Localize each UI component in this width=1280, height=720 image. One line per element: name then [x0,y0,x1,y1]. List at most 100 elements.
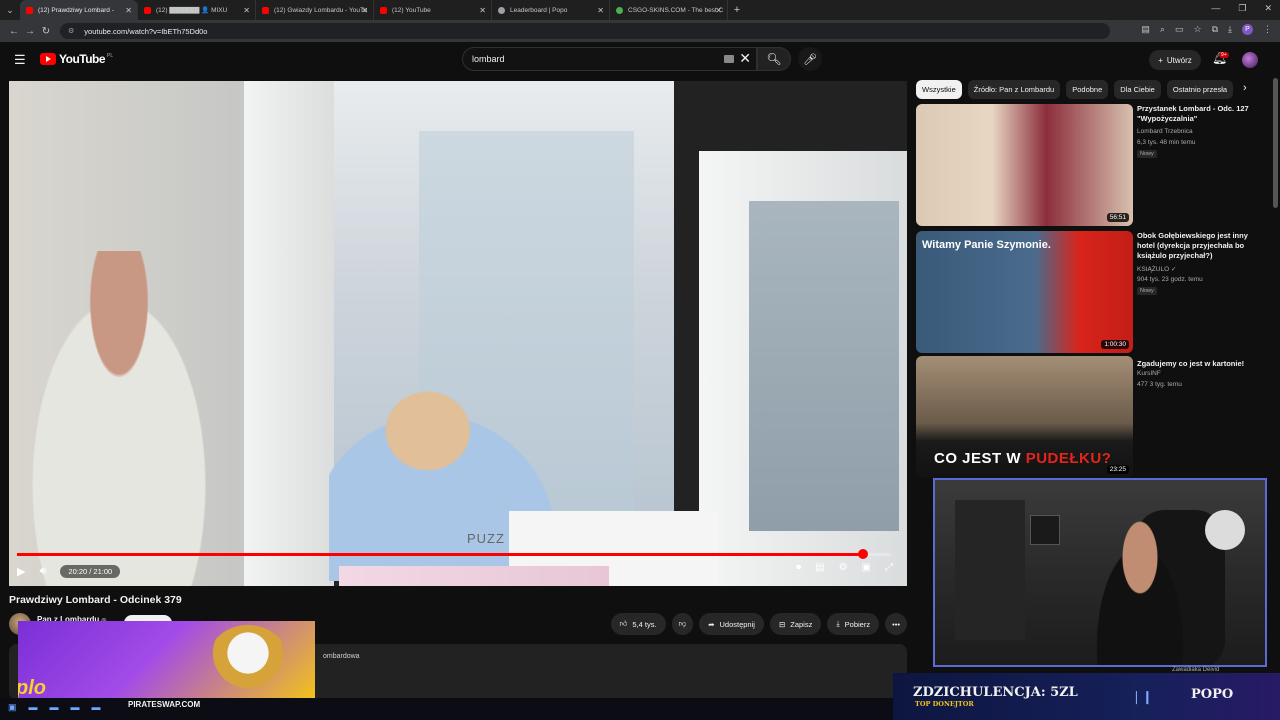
video-player[interactable]: PUZZ ▶ 🔊︎ 20:20 / 21:00 ⏺ ▤ ⚙ ▣ ⤢ [9,81,907,586]
video-progress-bar[interactable] [17,549,891,559]
save-label: Zapisz [790,619,813,629]
streamer-webcam-overlay [933,478,1267,667]
download-icon[interactable]: ⤓ [1228,24,1232,35]
browser-tab-2[interactable]: (12) Gwiazdy Lombardu - YouTu ✕ [256,0,374,20]
browser-tab-4[interactable]: Leaderboard | Popo ✕ [492,0,610,20]
recommendation-title[interactable]: Przystanek Lombard - Odc. 127 "Wypożycza… [1137,104,1261,124]
app-icon[interactable]: ▬ [50,702,59,713]
mascot-image [208,625,288,695]
profile-avatar-icon[interactable]: P [1242,24,1253,35]
close-icon[interactable]: ✕ [479,6,486,15]
browser-tab-0[interactable]: (12) Prawdziwy Lombard - ✕ [20,0,138,20]
close-icon[interactable]: ✕ [597,6,604,15]
browser-tab-1[interactable]: (12) ▇▇▇▇▇▇ 👤 MIXU ✕ [138,0,256,20]
sponsor-url: PIRATESWAP.COM [128,700,201,709]
window-close-icon[interactable]: ✕ [1264,3,1272,14]
donor-subtitle: TOP DONEJTOR [915,700,974,708]
site-info-icon[interactable]: ⚙ [68,27,74,35]
scrubber-handle[interactable] [858,549,869,559]
top-donor-banner: ZDZICHULENCJA: 5ZL TOP DONEJTOR ❘❙ POPO [893,673,1280,720]
windows-start-icon[interactable]: ▣ [8,702,17,713]
browser-tab-5[interactable]: CSGO-SKINS.COM - The best C ✕ [610,0,728,20]
autoplay-toggle-icon[interactable]: ⏺ [796,562,801,573]
share-button[interactable]: ➦ Udostępnij [699,613,764,635]
chip-source[interactable]: Źródło: Pan z Lombardu [967,80,1061,99]
back-arrow-icon[interactable]: ← [6,26,22,37]
address-bar-row: ← → ↻ ⚙ youtube.com/watch?v=IbETh75Dd0o … [0,20,1280,42]
browser-tab-3[interactable]: (12) YouTube ✕ [374,0,492,20]
player-controls: ▶ 🔊︎ 20:20 / 21:00 ⏺ ▤ ⚙ ▣ ⤢ [17,561,899,581]
zoom-icon[interactable]: ⌕ [1160,24,1165,35]
recommendation-meta: 904 tys. 23 godz. temu [1137,276,1203,283]
page-scrollbar[interactable] [1273,78,1278,208]
recommendation-item[interactable]: Witamy Panie Szymonie. 1:00:30 Obok Gołę… [916,231,1261,353]
tab-title: (12) Prawdziwy Lombard - [38,6,114,14]
download-button[interactable]: ⤓ Pobierz [827,613,880,635]
account-avatar[interactable] [1242,52,1258,68]
app-icon[interactable]: ▬ [71,702,80,713]
clear-search-icon[interactable]: ✕ [739,50,751,67]
extensions-icon[interactable]: ⧉ [1212,24,1218,35]
close-icon[interactable]: ✕ [715,6,722,15]
settings-gear-icon[interactable]: ⚙ [839,562,848,573]
share-label: Udostępnij [719,619,755,629]
donor-text: ZDZICHULENCJA: 5ZL [913,685,1078,700]
recommendation-item[interactable]: CO JEST W PUDEŁKU? 23:25 Zgadujemy co je… [916,356,1261,478]
miniplayer-icon[interactable]: ▣ [862,562,871,573]
video-frame: PUZZ [9,81,907,586]
create-button[interactable]: + Utwórz [1149,50,1201,70]
play-icon[interactable]: ▶ [17,565,25,578]
chip-for-you[interactable]: Dla Ciebie [1114,80,1161,99]
youtube-favicon-icon [26,6,33,14]
video-thumbnail[interactable]: Witamy Panie Szymonie. 1:00:30 [916,231,1133,353]
subtitles-icon[interactable]: ▤ [815,562,824,573]
duration-badge: 23:25 [1106,465,1129,474]
maximize-icon[interactable]: ❐ [1238,3,1246,14]
globe-favicon-icon [498,6,505,14]
chevron-right-icon[interactable]: › [1243,82,1247,94]
video-title: Prawdziwy Lombard - Odcinek 379 [9,594,182,606]
recommendation-title[interactable]: Zgadujemy co jest w kartonie! [1137,359,1261,369]
chip-related[interactable]: Podobne [1066,80,1109,99]
reload-icon[interactable]: ↻ [38,26,54,37]
browser-menu-icon[interactable]: ⋮ [1263,24,1272,35]
recommendation-title[interactable]: Obok Gołębiewskiego jest inny hotel (dyr… [1137,231,1261,261]
video-thumbnail[interactable]: 56:51 [916,104,1133,226]
volume-icon[interactable]: 🔊︎ [39,565,46,578]
close-icon[interactable]: ✕ [243,6,250,15]
share-icon: ➦ [708,619,715,629]
tab-search-icon[interactable]: ⌄ [0,0,20,20]
recommendation-channel[interactable]: KursINF [1137,370,1161,377]
recommendation-channel[interactable]: Lombard Trzebnica [1137,128,1193,135]
forward-arrow-icon[interactable]: → [22,26,38,37]
save-button[interactable]: ⊟ Zapisz [769,613,822,635]
close-icon[interactable]: ✕ [125,6,132,15]
search-input[interactable]: lombard ✕ [462,47,757,71]
app-icon[interactable]: ▬ [92,702,101,713]
menu-icon[interactable]: ☰ [14,52,26,68]
bookmark-star-icon[interactable]: ☆ [1194,24,1202,35]
keyboard-icon[interactable] [724,55,734,63]
voice-search-button[interactable]: 🎤︎ [798,47,822,71]
youtube-logo[interactable]: YouTube PL [40,52,113,66]
more-actions-button[interactable]: ••• [885,613,907,635]
translate-icon[interactable]: ▤ [1141,24,1150,35]
search-button[interactable]: 🔍︎ [757,47,791,71]
cast-icon[interactable]: ▭ [1175,24,1184,35]
like-button[interactable]: 👍︎ 5,4 tys. [610,613,666,635]
app-icon[interactable]: ▬ [29,702,38,713]
chip-all[interactable]: Wszystkie [916,80,962,99]
dislike-button[interactable]: 👎︎ [671,613,694,635]
filter-chips: Wszystkie Źródło: Pan z Lombardu Podobne… [916,80,1256,100]
url-field[interactable]: ⚙ youtube.com/watch?v=IbETh75Dd0o [60,23,1110,39]
chip-recent[interactable]: Ostatnio przesła [1166,80,1234,99]
thumbs-up-icon: 👍︎ [619,619,628,628]
close-icon[interactable]: ✕ [361,6,368,15]
minimize-icon[interactable]: — [1211,3,1220,14]
recommendation-item[interactable]: 56:51 Przystanek Lombard - Odc. 127 "Wyp… [916,104,1261,226]
recommendation-channel[interactable]: KSIĄŻULO ✓ [1137,265,1176,273]
fullscreen-icon[interactable]: ⤢ [885,562,893,573]
video-thumbnail[interactable]: CO JEST W PUDEŁKU? 23:25 [916,356,1133,478]
new-tab-icon[interactable]: + [728,4,746,16]
taskbar-icons: ▣ ▬ ▬ ▬ ▬ [8,702,101,713]
